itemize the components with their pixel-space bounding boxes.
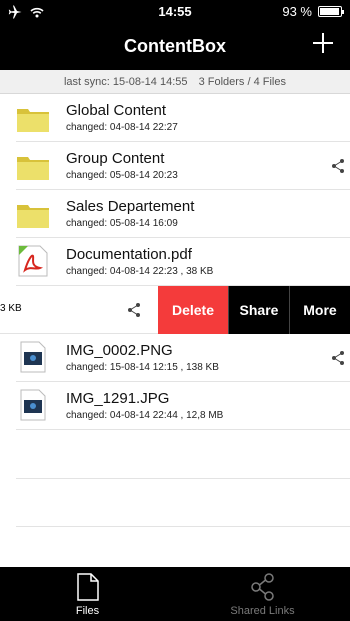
share-icon[interactable] xyxy=(330,158,346,174)
more-button[interactable]: More xyxy=(289,286,350,334)
share-icon xyxy=(251,573,274,601)
share-icon[interactable] xyxy=(330,350,346,366)
last-sync-text: last sync: 15-08-14 14:55 xyxy=(63,76,188,88)
battery-percent: 93 % xyxy=(282,4,312,19)
item-name: Documentation.pdf xyxy=(66,246,192,263)
list-separator xyxy=(16,478,350,479)
tab-files[interactable]: Files xyxy=(0,567,175,621)
item-name: Sales Departement xyxy=(66,198,195,215)
battery-icon xyxy=(318,6,344,17)
folder-icon xyxy=(17,109,49,132)
image-file-icon xyxy=(20,389,46,421)
item-meta: changed: 04-08-14 22:23 , 38 KB xyxy=(66,266,214,277)
item-meta: changed: 04-08-14 22:27 xyxy=(66,122,178,133)
file-icon xyxy=(77,573,99,601)
battery-fill xyxy=(320,8,339,15)
list-item[interactable]: Documentation.pdf changed: 04-08-14 22:2… xyxy=(16,238,350,286)
plus-icon[interactable] xyxy=(312,32,334,54)
swiped-row[interactable]: 3 KB Delete Share More xyxy=(0,286,350,334)
page-title: ContentBox xyxy=(124,36,226,56)
tab-shared-links[interactable]: Shared Links xyxy=(175,567,350,621)
delete-button[interactable]: Delete xyxy=(158,286,228,334)
swiped-row-size: 3 KB xyxy=(0,303,22,314)
list-item[interactable]: Global Content changed: 04-08-14 22:27 xyxy=(16,94,350,142)
list-item[interactable]: IMG_0002.PNG changed: 15-08-14 12:15 , 1… xyxy=(16,334,350,382)
item-name: Global Content xyxy=(66,102,167,119)
tab-bar: Files Shared Links xyxy=(0,567,350,621)
item-meta: changed: 05-08-14 20:23 xyxy=(66,170,178,181)
share-icon[interactable] xyxy=(126,302,142,318)
share-button[interactable]: Share xyxy=(228,286,289,334)
status-right: 93 % xyxy=(282,4,344,19)
list-item[interactable]: Sales Departement changed: 05-08-14 16:0… xyxy=(16,190,350,238)
item-meta: changed: 05-08-14 16:09 xyxy=(66,218,178,229)
list-item[interactable]: Group Content changed: 05-08-14 20:23 xyxy=(16,142,350,190)
item-name: IMG_1291.JPG xyxy=(66,390,170,407)
image-file-icon xyxy=(20,341,46,373)
item-name: Group Content xyxy=(66,150,165,167)
list-separator xyxy=(16,526,350,527)
top-bar: 14:55 93 % ContentBox xyxy=(0,0,350,70)
item-meta: changed: 15-08-14 12:15 , 138 KB xyxy=(66,362,219,373)
tab-label: Shared Links xyxy=(230,605,295,617)
sync-bar: last sync: 15-08-14 14:55 3 Folders / 4 … xyxy=(0,70,350,94)
item-name: IMG_0002.PNG xyxy=(66,342,173,359)
pdf-icon xyxy=(18,245,48,277)
folder-icon xyxy=(17,205,49,228)
item-count-text: 3 Folders / 4 Files xyxy=(198,76,286,88)
list-item[interactable]: IMG_1291.JPG changed: 04-08-14 22:44 , 1… xyxy=(16,382,350,430)
status-bar: 14:55 93 % xyxy=(0,0,350,24)
folder-icon xyxy=(17,157,49,180)
item-meta: changed: 04-08-14 22:44 , 12,8 MB xyxy=(66,410,224,421)
tab-label: Files xyxy=(75,605,100,617)
